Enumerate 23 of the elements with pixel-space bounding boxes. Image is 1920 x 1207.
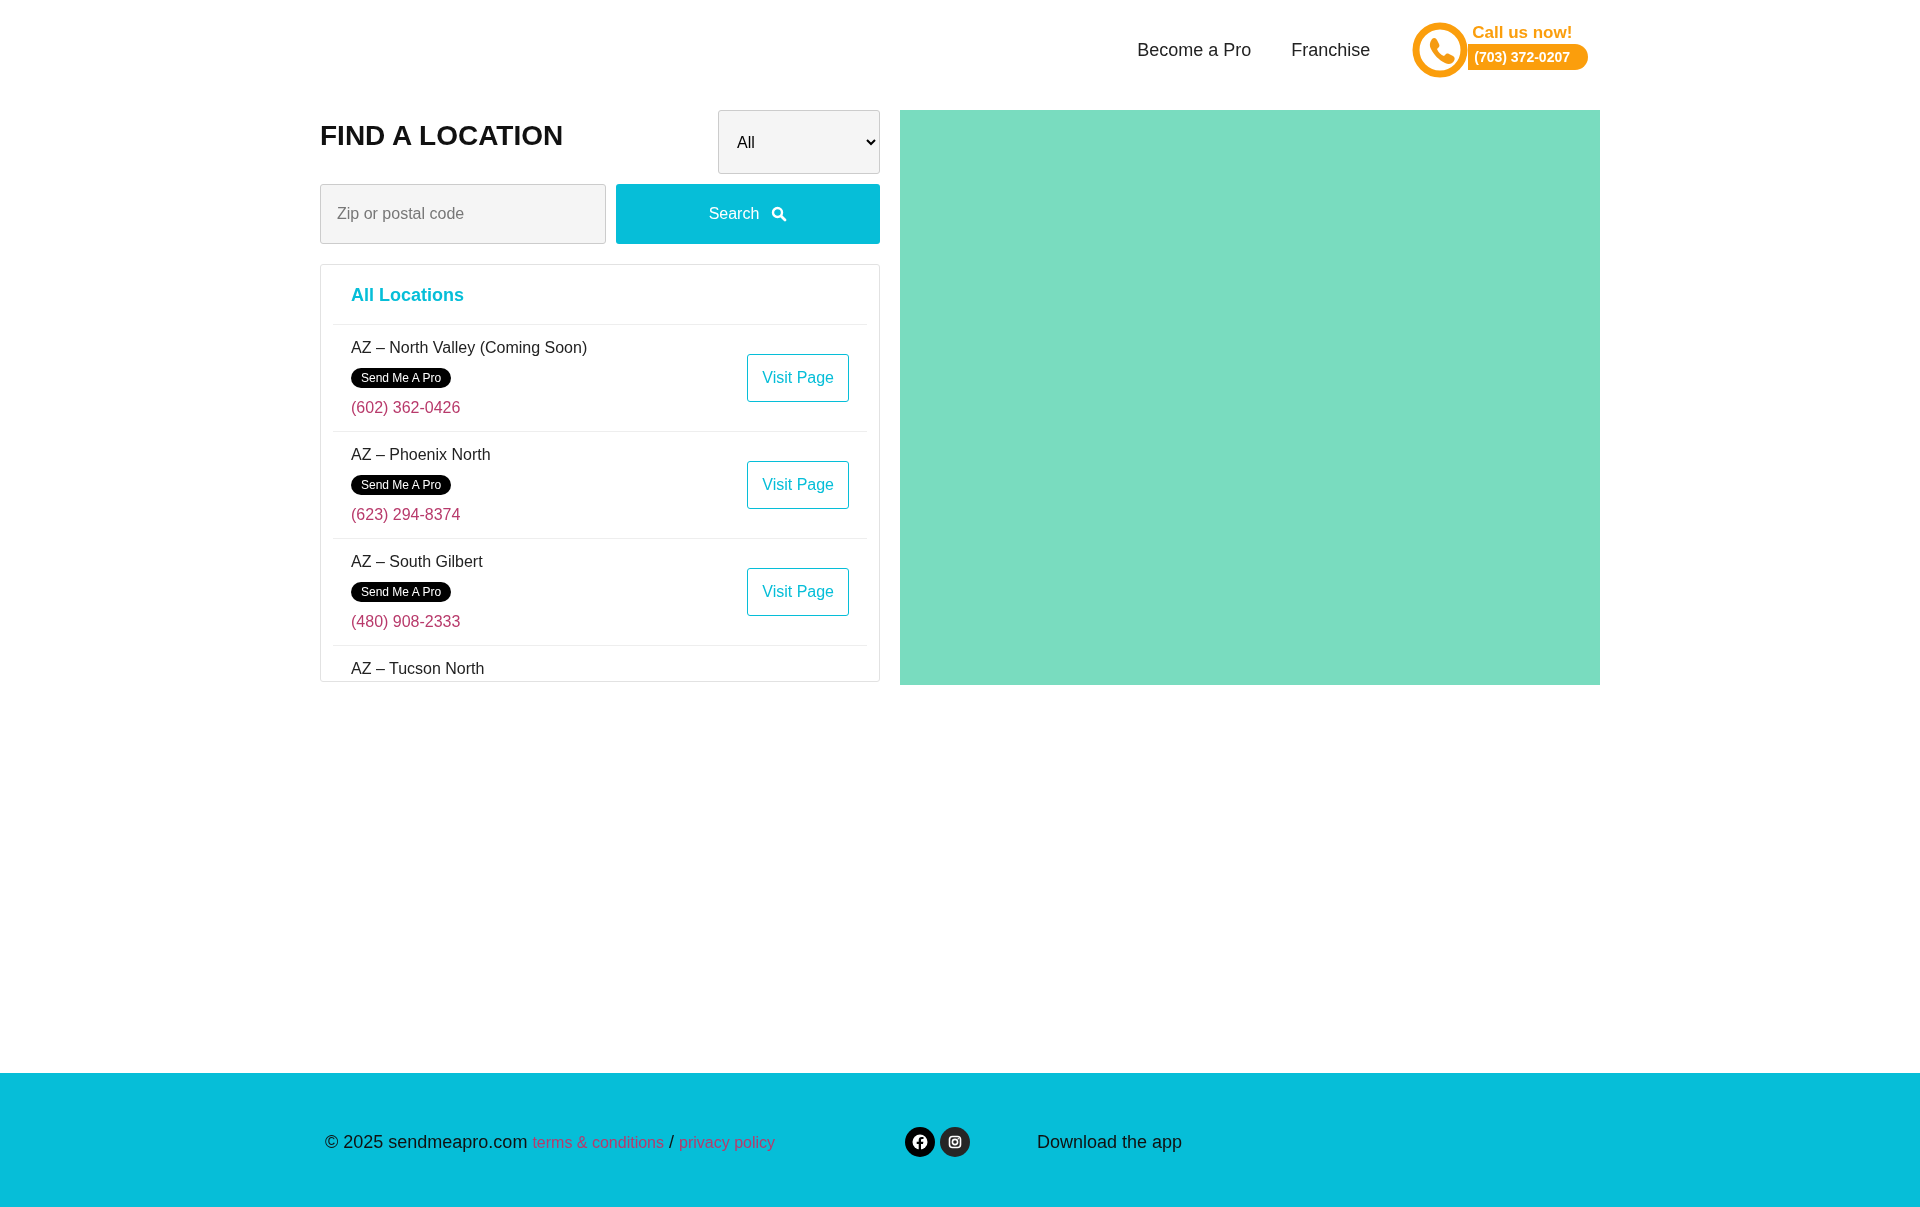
location-name: AZ – Phoenix North	[351, 446, 491, 464]
send-pro-tag[interactable]: Send Me A Pro	[351, 475, 452, 495]
search-icon	[771, 206, 788, 222]
filter-dropdown[interactable]: All	[718, 110, 880, 174]
location-name: AZ – North Valley (Coming Soon)	[351, 339, 588, 357]
call-heading: Call us now!	[1472, 22, 1574, 43]
page-title: FIND A LOCATION	[320, 120, 564, 152]
nav-link[interactable]: Franchise	[1291, 39, 1371, 61]
nav-link[interactable]: Become a Pro	[1137, 39, 1252, 61]
phone-icon	[1412, 22, 1469, 78]
location-name: AZ – South Gilbert	[351, 553, 483, 571]
location-name: AZ – Tucson North	[351, 660, 485, 678]
facebook-icon[interactable]	[905, 1127, 935, 1157]
download-app-text: Download the app	[1037, 1131, 1183, 1153]
send-pro-tag[interactable]: Send Me A Pro	[351, 368, 452, 388]
copyright-text: © 2025 sendmeapro.com	[325, 1131, 528, 1153]
send-pro-tag[interactable]: Send Me A Pro	[351, 582, 452, 602]
phone-link[interactable]: (623) 294-8374	[351, 506, 491, 524]
phone-link[interactable]: (602) 362-0426	[351, 399, 588, 417]
phone-link[interactable]: (480) 908-2333	[351, 613, 483, 631]
zip-field[interactable]: Zip or postal code	[320, 184, 606, 244]
instagram-icon[interactable]	[940, 1127, 970, 1157]
separator: /	[669, 1131, 674, 1153]
